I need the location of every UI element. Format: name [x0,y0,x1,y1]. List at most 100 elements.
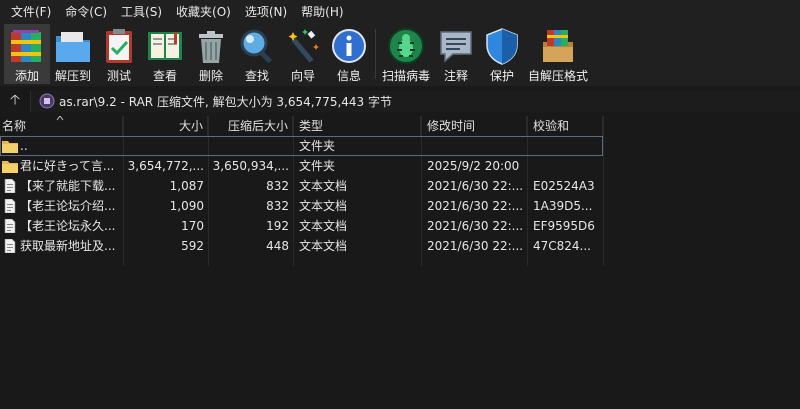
cell-size: 3,654,772,... [127,159,204,173]
column-header-crc[interactable]: 校验和 [527,116,603,136]
wizard-label: 向导 [290,69,315,83]
rar-archive-icon [39,93,55,109]
view-button[interactable]: 查看 [142,24,188,84]
cell-name: 君に好きって言... [0,156,123,176]
folder-icon [2,159,20,173]
extract-to-label: 解压到 [54,69,91,83]
cell-type: 文本文档 [299,219,348,233]
cell-crc: 47C824... [533,239,591,253]
menu-help[interactable]: 帮助(H) [294,0,350,24]
up-level-button[interactable]: 🡡 [0,90,30,112]
add-button[interactable]: 添加 [4,24,50,84]
trash-icon [199,31,223,63]
table-row[interactable]: 获取最新地址及... 592 448 文本文档 2021/6/30 22:... 47C8… [0,236,603,256]
cell-name: .. [0,136,123,156]
text-file-icon [2,219,20,233]
cell-modified: 2025/9/2 20:00 [427,159,520,173]
cell-crc [527,156,603,176]
cell-modified: 2021/6/30 22:... [427,219,524,233]
scan-virus-label: 扫描病毒 [382,69,431,83]
text-file-icon [2,179,20,193]
menu-tools[interactable]: 工具(S) [114,0,169,24]
toolbar: 添加 解压到 测试 查看 删除 查找 向导 信息 扫描病毒 注释 保护 自解压格… [0,24,800,86]
cell-packed [208,136,293,156]
find-label: 查找 [244,69,269,83]
cell-type: 文本文档 [299,239,348,253]
table-row[interactable]: 【来了就能下载... 1,087 832 文本文档 2021/6/30 22:... E0… [0,176,603,196]
menu-commands[interactable]: 命令(C) [58,0,114,24]
cell-size: 1,090 [169,199,204,213]
comment-button[interactable]: 注释 [433,24,479,84]
magic-wand-icon [288,29,319,63]
cell-modified [421,136,527,156]
cell-crc: E02524A3 [533,179,595,193]
toolbar-separator [375,29,376,79]
delete-label: 删除 [198,69,223,83]
cell-name: 获取最新地址及... [0,236,123,256]
file-name: 【来了就能下载... [20,179,116,193]
cell-packed: 192 [266,219,289,233]
file-name: 获取最新地址及... [20,239,116,253]
info-button[interactable]: 信息 [326,24,372,84]
cell-modified: 2021/6/30 22:... [427,239,524,253]
cell-type: 文件夹 [299,159,336,173]
shield-icon [486,28,518,65]
column-header-packed[interactable]: 压缩后大小 [208,116,293,136]
extract-to-button[interactable]: 解压到 [50,24,96,84]
add-label: 添加 [14,69,39,83]
cell-packed: 832 [266,179,289,193]
table-row[interactable]: 【老王论坛介绍... 1,090 832 文本文档 2021/6/30 22:... 1A… [0,196,603,216]
protect-label: 保护 [490,69,515,83]
path-text: as.rar\9.2 - RAR 压缩文件, 解包大小为 3,654,775,4… [59,94,392,109]
magnifier-icon [240,29,273,64]
column-name-label: 名称 [2,119,27,133]
menu-favorites[interactable]: 收藏夹(O) [169,0,238,24]
cell-size: 170 [181,219,204,233]
file-name: 【老王论坛永久... [20,219,116,233]
table-row[interactable]: 【老王论坛永久... 170 192 文本文档 2021/6/30 22:... EF95… [0,216,603,236]
folder-extract-icon [56,32,90,62]
menu-bar: 文件(F) 命令(C) 工具(S) 收藏夹(O) 选项(N) 帮助(H) [0,0,800,24]
sfx-box-icon [543,30,574,62]
cell-type: 文本文档 [299,199,348,213]
folder-icon [2,139,20,153]
wizard-button[interactable]: 向导 [280,24,326,84]
column-header-modified[interactable]: 修改时间 [421,116,527,136]
cell-name: 【老王论坛永久... [0,216,123,236]
view-label: 查看 [152,69,177,83]
comment-icon [440,31,472,63]
menu-file[interactable]: 文件(F) [4,0,58,24]
clipboard-test-icon [106,29,132,63]
column-header-size[interactable]: 大小 [123,116,208,136]
cell-size: 592 [181,239,204,253]
cell-modified: 2021/6/30 22:... [427,199,524,213]
cell-crc: EF9595D6 [533,219,595,233]
text-file-icon [2,199,20,213]
bug-scan-icon [388,28,424,64]
cell-modified: 2021/6/30 22:... [427,179,524,193]
cell-packed: 832 [266,199,289,213]
column-header: 名称 大小 压缩后大小 类型 修改时间 校验和 [0,116,603,136]
cell-name: 【老王论坛介绍... [0,196,123,216]
column-header-type[interactable]: 类型 [293,116,421,136]
text-file-icon [2,239,20,253]
test-label: 测试 [106,69,131,83]
column-header-name[interactable]: 名称 [0,116,123,136]
delete-button[interactable]: 删除 [188,24,234,84]
cell-packed: 3,650,934,... [212,159,289,173]
sfx-button[interactable]: 自解压格式 [525,24,591,84]
protect-button[interactable]: 保护 [479,24,525,84]
table-row[interactable]: .. 文件夹 [0,136,603,156]
cell-name: 【来了就能下载... [0,176,123,196]
cell-size: 1,087 [169,179,204,193]
file-name: 君に好きって言... [20,159,115,173]
address-field[interactable]: as.rar\9.2 - RAR 压缩文件, 解包大小为 3,654,775,4… [30,90,800,112]
cell-type: 文本文档 [299,179,348,193]
menu-options[interactable]: 选项(N) [238,0,294,24]
cell-packed: 448 [266,239,289,253]
info-label: 信息 [336,69,361,83]
test-button[interactable]: 测试 [96,24,142,84]
find-button[interactable]: 查找 [234,24,280,84]
table-row[interactable]: 君に好きって言... 3,654,772,... 3,650,934,... 文件夹 2… [0,156,603,176]
scan-virus-button[interactable]: 扫描病毒 [379,24,433,84]
